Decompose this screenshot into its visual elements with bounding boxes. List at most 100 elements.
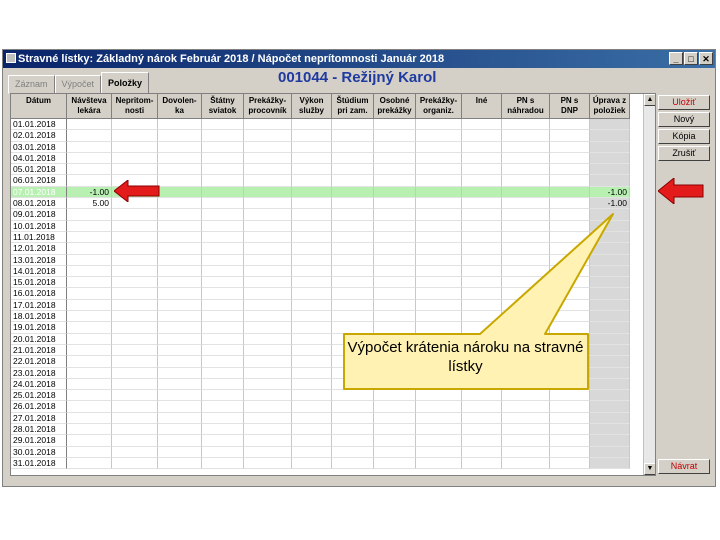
value-cell[interactable] [202, 141, 244, 153]
value-cell[interactable] [502, 119, 550, 131]
save-button[interactable]: Uložiť [658, 95, 710, 110]
value-cell[interactable] [112, 446, 158, 458]
value-cell[interactable] [202, 424, 244, 436]
value-cell[interactable] [292, 141, 332, 153]
date-cell[interactable]: 31.01.2018 [11, 457, 67, 470]
column-header[interactable]: Štúdium pri zam. [332, 94, 374, 119]
value-cell[interactable] [590, 424, 630, 436]
value-cell[interactable] [158, 378, 202, 391]
value-cell[interactable] [590, 401, 630, 413]
value-cell[interactable] [112, 209, 158, 221]
value-cell[interactable] [416, 130, 462, 142]
value-cell[interactable]: -1.00 [67, 186, 112, 199]
value-cell[interactable] [244, 265, 292, 278]
value-cell[interactable] [332, 175, 374, 187]
value-cell[interactable] [158, 457, 202, 470]
value-cell[interactable] [590, 152, 630, 165]
table-row[interactable]: 06.01.2018 [11, 175, 630, 187]
value-cell[interactable] [202, 186, 244, 199]
date-cell[interactable]: 19.01.2018 [11, 322, 67, 334]
value-cell[interactable] [67, 243, 112, 255]
date-cell[interactable]: 23.01.2018 [11, 367, 67, 379]
value-cell[interactable] [292, 243, 332, 255]
table-row[interactable]: 05.01.2018 [11, 164, 630, 176]
new-button[interactable]: Nový [658, 112, 710, 127]
value-cell[interactable] [67, 311, 112, 323]
value-cell[interactable] [590, 175, 630, 187]
value-cell[interactable] [462, 141, 502, 153]
value-cell[interactable] [462, 130, 502, 142]
value-cell[interactable] [244, 164, 292, 176]
value-cell[interactable] [292, 277, 332, 289]
value-cell[interactable] [502, 152, 550, 165]
value-cell[interactable] [244, 198, 292, 210]
value-cell[interactable] [112, 322, 158, 334]
value-cell[interactable] [202, 446, 244, 458]
value-cell[interactable] [158, 254, 202, 266]
value-cell[interactable] [202, 254, 244, 266]
value-cell[interactable] [112, 141, 158, 153]
value-cell[interactable] [416, 401, 462, 413]
column-header[interactable]: Iné [462, 94, 502, 119]
value-cell[interactable] [244, 378, 292, 391]
value-cell[interactable] [158, 390, 202, 402]
value-cell[interactable] [244, 390, 292, 402]
date-cell[interactable]: 07.01.2018 [11, 186, 67, 199]
scroll-up-icon[interactable]: ▲ [644, 94, 655, 106]
value-cell[interactable] [374, 457, 416, 470]
value-cell[interactable] [292, 435, 332, 447]
date-cell[interactable]: 26.01.2018 [11, 401, 67, 413]
value-cell[interactable] [67, 322, 112, 334]
value-cell[interactable] [462, 186, 502, 199]
date-cell[interactable]: 17.01.2018 [11, 299, 67, 312]
date-cell[interactable]: 28.01.2018 [11, 424, 67, 436]
value-cell[interactable] [416, 175, 462, 187]
value-cell[interactable] [462, 412, 502, 425]
value-cell[interactable] [590, 412, 630, 425]
date-cell[interactable]: 05.01.2018 [11, 164, 67, 176]
value-cell[interactable] [67, 424, 112, 436]
value-cell[interactable] [292, 311, 332, 323]
value-cell[interactable] [292, 130, 332, 142]
value-cell[interactable] [462, 435, 502, 447]
value-cell[interactable] [202, 333, 244, 345]
value-cell[interactable] [158, 209, 202, 221]
value-cell[interactable] [67, 220, 112, 232]
value-cell[interactable] [374, 175, 416, 187]
column-header[interactable]: Úprava z položiek [590, 94, 630, 119]
date-cell[interactable]: 08.01.2018 [11, 198, 67, 210]
value-cell[interactable] [244, 130, 292, 142]
value-cell[interactable] [332, 186, 374, 199]
value-cell[interactable] [67, 344, 112, 357]
value-cell[interactable] [244, 446, 292, 458]
value-cell[interactable] [158, 367, 202, 379]
value-cell[interactable] [502, 424, 550, 436]
column-header[interactable]: Prekážky- organiz. [416, 94, 462, 119]
value-cell[interactable] [158, 322, 202, 334]
value-cell[interactable] [202, 401, 244, 413]
value-cell[interactable] [292, 390, 332, 402]
value-cell[interactable] [590, 130, 630, 142]
value-cell[interactable]: 5.00 [67, 198, 112, 210]
value-cell[interactable] [550, 130, 590, 142]
value-cell[interactable] [244, 243, 292, 255]
value-cell[interactable] [202, 243, 244, 255]
value-cell[interactable] [244, 231, 292, 244]
value-cell[interactable] [112, 378, 158, 391]
value-cell[interactable] [244, 209, 292, 221]
table-row[interactable]: 28.01.2018 [11, 424, 630, 436]
value-cell[interactable] [416, 457, 462, 470]
value-cell[interactable] [244, 435, 292, 447]
value-cell[interactable] [202, 209, 244, 221]
value-cell[interactable] [502, 186, 550, 199]
value-cell[interactable] [244, 175, 292, 187]
value-cell[interactable] [67, 378, 112, 391]
date-cell[interactable]: 12.01.2018 [11, 243, 67, 255]
column-header[interactable]: Návšteva lekára [67, 94, 112, 119]
date-cell[interactable]: 22.01.2018 [11, 356, 67, 368]
column-header[interactable]: Prekážky- procovník [244, 94, 292, 119]
value-cell[interactable] [244, 412, 292, 425]
value-cell[interactable] [462, 401, 502, 413]
value-cell[interactable] [292, 367, 332, 379]
value-cell[interactable] [67, 412, 112, 425]
